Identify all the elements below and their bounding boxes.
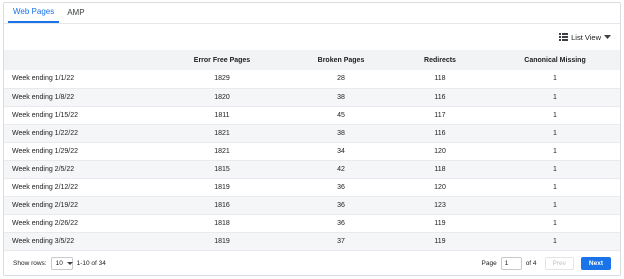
cell-broken: 36 — [290, 214, 392, 233]
column-header-broken[interactable]: Broken Pages — [290, 50, 392, 70]
cell-period: Week ending 2/12/22 — [4, 178, 154, 197]
cell-error-free: 1829 — [154, 70, 290, 89]
pagination-bar: Show rows: 10 1-10 of 34 Page of 4 Prev … — [4, 252, 620, 275]
cell-period: Week ending 2/5/22 — [4, 160, 154, 179]
cell-broken: 42 — [290, 160, 392, 179]
cell-redirects: 119 — [392, 214, 488, 233]
cell-error-free: 1818 — [154, 214, 290, 233]
caret-down-icon — [66, 260, 73, 267]
cell-canonical-missing: 1 — [488, 88, 620, 107]
toolbar: List View — [4, 24, 620, 50]
cell-redirects: 120 — [392, 178, 488, 197]
cell-period: Week ending 1/8/22 — [4, 88, 154, 107]
tab-bar: Web Pages AMP — [4, 3, 620, 24]
cell-redirects: 120 — [392, 142, 488, 161]
tab-amp[interactable]: AMP — [62, 3, 89, 23]
cell-canonical-missing: 1 — [488, 196, 620, 215]
table-row: Week ending 2/5/22 1815 42 118 1 — [4, 160, 620, 179]
data-table: Error Free Pages Broken Pages Redirects … — [4, 50, 620, 251]
table-row: Week ending 1/29/22 1821 34 120 1 — [4, 142, 620, 161]
cell-canonical-missing: 1 — [488, 124, 620, 143]
cell-canonical-missing: 1 — [488, 214, 620, 233]
table-row: Week ending 2/26/22 1818 36 119 1 — [4, 214, 620, 233]
cell-redirects: 116 — [392, 124, 488, 143]
cell-redirects: 118 — [392, 70, 488, 89]
cell-error-free: 1821 — [154, 142, 290, 161]
cell-period: Week ending 1/1/22 — [4, 70, 154, 89]
cell-broken: 36 — [290, 196, 392, 215]
page-label: Page — [481, 260, 497, 267]
list-view-dropdown[interactable]: List View — [559, 33, 611, 42]
page-count-text: of 4 — [525, 260, 537, 267]
cell-error-free: 1811 — [154, 106, 290, 125]
column-header-period — [4, 50, 154, 70]
list-icon — [559, 33, 569, 41]
cell-broken: 28 — [290, 70, 392, 89]
row-range-text: 1-10 of 34 — [76, 260, 106, 267]
next-button[interactable]: Next — [580, 257, 611, 270]
table-row: Week ending 1/8/22 1820 38 116 1 — [4, 88, 620, 107]
cell-redirects: 119 — [392, 232, 488, 251]
table-row: Week ending 1/15/22 1811 45 117 1 — [4, 106, 620, 125]
cell-error-free: 1819 — [154, 232, 290, 251]
table-row: Week ending 2/19/22 1816 36 123 1 — [4, 196, 620, 215]
cell-broken: 38 — [290, 124, 392, 143]
table-row: Week ending 2/12/22 1819 36 120 1 — [4, 178, 620, 197]
table-row: Week ending 1/22/22 1821 38 116 1 — [4, 124, 620, 143]
cell-canonical-missing: 1 — [488, 70, 620, 89]
cell-period: Week ending 3/5/22 — [4, 232, 154, 251]
prev-button[interactable]: Prev — [544, 257, 574, 270]
table-body: Week ending 1/1/22 1829 28 118 1 Week ending … — [4, 70, 620, 251]
cell-canonical-missing: 1 — [488, 160, 620, 179]
cell-error-free: 1816 — [154, 196, 290, 215]
report-card: Web Pages AMP List View Error Free Pages… — [3, 2, 621, 276]
cell-error-free: 1815 — [154, 160, 290, 179]
table-header-row: Error Free Pages Broken Pages Redirects … — [4, 50, 620, 70]
rows-per-page-value: 10 — [55, 260, 63, 267]
cell-canonical-missing: 1 — [488, 178, 620, 197]
column-header-redirects[interactable]: Redirects — [392, 50, 488, 70]
cell-canonical-missing: 1 — [488, 106, 620, 125]
cell-error-free: 1820 — [154, 88, 290, 107]
cell-redirects: 123 — [392, 196, 488, 215]
cell-redirects: 118 — [392, 160, 488, 179]
cell-error-free: 1819 — [154, 178, 290, 197]
cell-broken: 45 — [290, 106, 392, 125]
caret-down-icon — [604, 35, 611, 39]
column-header-error-free[interactable]: Error Free Pages — [154, 50, 290, 70]
rows-per-page-select[interactable]: 10 — [50, 257, 73, 270]
cell-period: Week ending 2/26/22 — [4, 214, 154, 233]
cell-period: Week ending 2/19/22 — [4, 196, 154, 215]
cell-canonical-missing: 1 — [488, 232, 620, 251]
column-header-canonical-missing[interactable]: Canonical Missing — [488, 50, 620, 70]
cell-canonical-missing: 1 — [488, 142, 620, 161]
cell-redirects: 116 — [392, 88, 488, 107]
cell-period: Week ending 1/15/22 — [4, 106, 154, 125]
cell-period: Week ending 1/29/22 — [4, 142, 154, 161]
cell-redirects: 117 — [392, 106, 488, 125]
cell-broken: 38 — [290, 88, 392, 107]
tab-web-pages[interactable]: Web Pages — [8, 3, 60, 23]
table-row: Week ending 1/1/22 1829 28 118 1 — [4, 70, 620, 89]
table-row: Week ending 3/5/22 1819 37 119 1 — [4, 232, 620, 251]
cell-broken: 37 — [290, 232, 392, 251]
cell-broken: 34 — [290, 142, 392, 161]
cell-error-free: 1821 — [154, 124, 290, 143]
show-rows-label: Show rows: — [13, 260, 47, 267]
list-view-label: List View — [571, 32, 601, 42]
page-number-input[interactable] — [500, 257, 522, 270]
cell-period: Week ending 1/22/22 — [4, 124, 154, 143]
cell-broken: 36 — [290, 178, 392, 197]
